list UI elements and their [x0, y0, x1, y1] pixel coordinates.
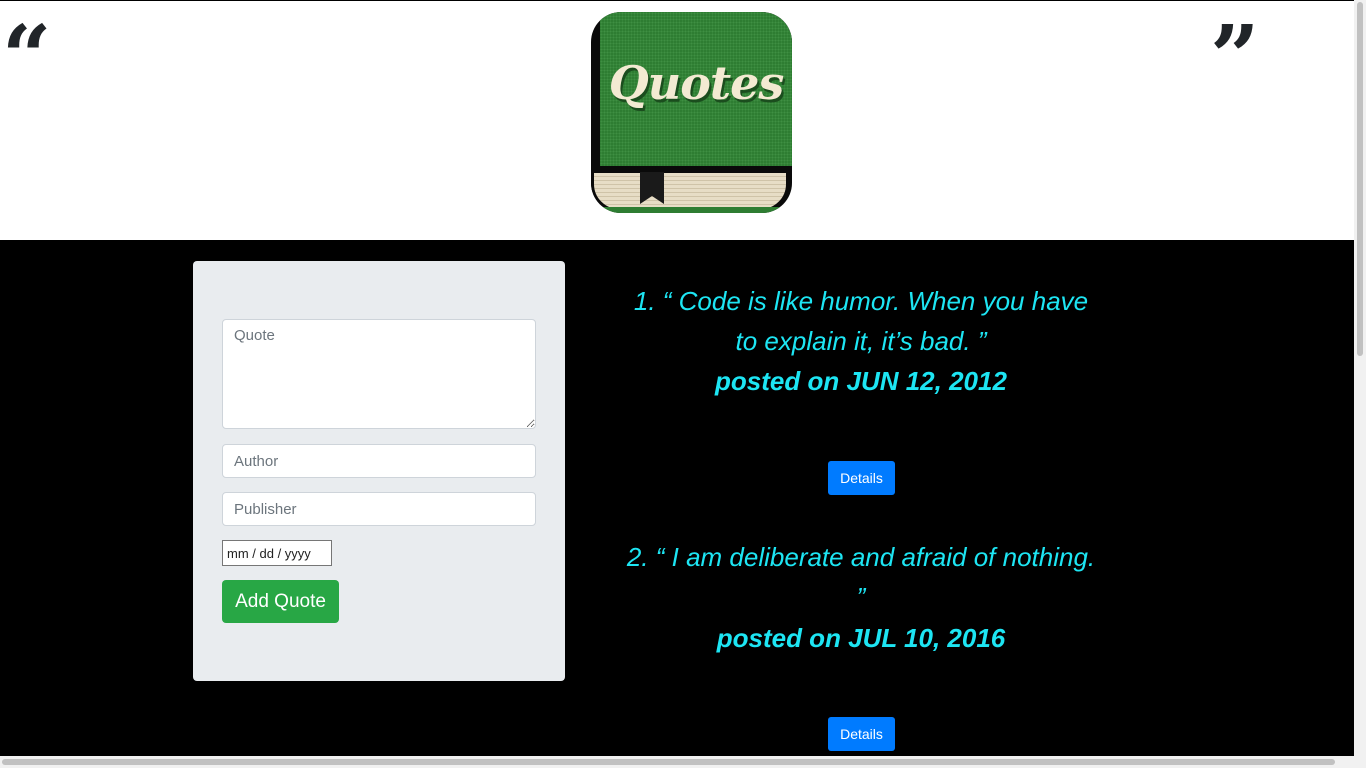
horizontal-scrollbar-thumb[interactable] [2, 759, 1335, 765]
vertical-scrollbar[interactable] [1354, 0, 1366, 756]
logo-pages [591, 170, 789, 212]
add-quote-form: mm / dd / yyyy Add Quote [193, 261, 565, 681]
quote-posted-date: posted on JUL 10, 2016 [716, 623, 1006, 653]
horizontal-scrollbar[interactable] [0, 756, 1366, 768]
quote-textarea[interactable] [222, 319, 536, 429]
page-header: “ Quotes ” [0, 0, 1354, 240]
quote-posted-date: posted on JUN 12, 2012 [715, 366, 1007, 396]
logo-title: Quotes [608, 56, 785, 110]
close-quote-icon: ” [1210, 7, 1260, 108]
details-button[interactable]: Details [828, 461, 895, 495]
quote-text-line: 2. “ I am deliberate and afraid of nothi… [626, 542, 1096, 572]
main-content: mm / dd / yyyy Add Quote 1. “ Code is li… [0, 240, 1354, 756]
add-quote-button[interactable]: Add Quote [222, 580, 339, 623]
quote-text-line: ” [856, 582, 866, 612]
date-input[interactable]: mm / dd / yyyy [222, 540, 332, 566]
open-quote-icon: “ [2, 7, 52, 108]
logo-base [591, 207, 792, 213]
quote-text-line: 1. “ Code is like humor. When you have [633, 286, 1089, 316]
quotes-logo: Quotes [591, 12, 792, 213]
vertical-scrollbar-thumb[interactable] [1357, 2, 1363, 356]
publisher-input[interactable] [222, 492, 536, 526]
quote-text-line: to explain it, it’s bad. ” [735, 326, 987, 356]
author-input[interactable] [222, 444, 536, 478]
details-button[interactable]: Details [828, 717, 895, 751]
